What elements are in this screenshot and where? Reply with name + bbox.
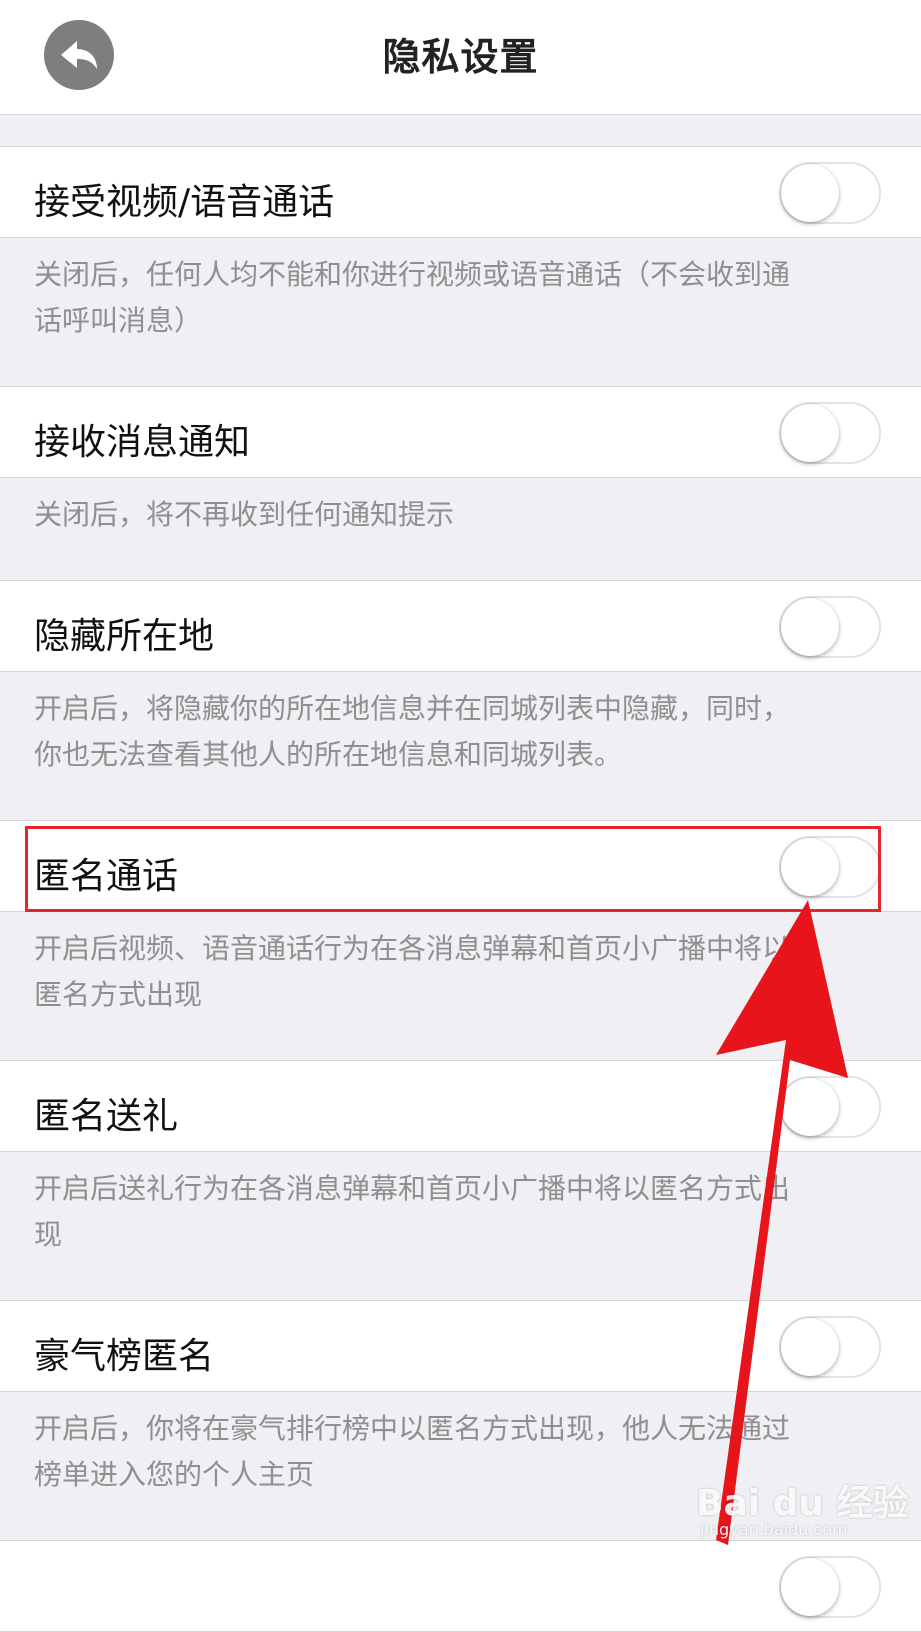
- description-line: 话呼叫消息）: [34, 304, 203, 337]
- toggle-knob: [781, 164, 839, 222]
- toggle-knob: [781, 404, 839, 462]
- setting-row-leaderboard-anonymous: 豪气榜匿名: [0, 1300, 921, 1392]
- page-title: 隐私设置: [382, 35, 539, 79]
- setting-label: 隐藏所在地: [34, 616, 215, 657]
- description-line: 开启后视频、语音通话行为在各消息弹幕和首页小广播中将以: [34, 932, 791, 965]
- description-line: 开启后送礼行为在各消息弹幕和首页小广播中将以匿名方式出: [34, 1172, 791, 1205]
- video-voice-call-toggle[interactable]: [779, 162, 881, 224]
- description-line: 开启后，将隐藏你的所在地信息并在同城列表中隐藏，同时，: [34, 692, 791, 725]
- setting-label: 豪气榜匿名: [34, 1336, 215, 1377]
- setting-row-video-voice-call: 接受视频/语音通话: [0, 146, 921, 238]
- setting-row-hide-location: 隐藏所在地: [0, 580, 921, 672]
- description-line: 关闭后，将不再收到任何通知提示: [34, 498, 455, 531]
- setting-row-anonymous-call: 匿名通话: [0, 820, 921, 912]
- setting-description: 关闭后，将不再收到任何通知提示: [34, 492, 874, 538]
- hide-location-toggle[interactable]: [779, 596, 881, 658]
- toggle-knob: [781, 598, 839, 656]
- anonymous-call-toggle[interactable]: [779, 836, 881, 898]
- watermark-url: jingyan.baidu.com: [700, 1520, 848, 1539]
- setting-row-anonymous-gift: 匿名送礼: [0, 1060, 921, 1152]
- setting-label: 匿名通话: [34, 856, 179, 897]
- description-line: 关闭后，任何人均不能和你进行视频或语音通话（不会收到通: [34, 258, 791, 291]
- setting-label: 接受视频/语音通话: [34, 182, 335, 223]
- description-line: 榜单进入您的个人主页: [34, 1458, 315, 1491]
- anonymous-gift-toggle[interactable]: [779, 1076, 881, 1138]
- message-notification-toggle[interactable]: [779, 402, 881, 464]
- setting-row-next: [0, 1540, 921, 1632]
- next-setting-toggle[interactable]: [779, 1556, 881, 1618]
- setting-label: 接收消息通知: [34, 422, 251, 463]
- setting-description: 开启后，将隐藏你的所在地信息并在同城列表中隐藏，同时， 你也无法查看其他人的所在…: [34, 686, 874, 778]
- setting-description: 关闭后，任何人均不能和你进行视频或语音通话（不会收到通 话呼叫消息）: [34, 252, 874, 344]
- setting-description: 开启后视频、语音通话行为在各消息弹幕和首页小广播中将以 匿名方式出现: [34, 926, 874, 1018]
- toggle-knob: [781, 1318, 839, 1376]
- header-bar: 隐私设置: [0, 0, 921, 115]
- description-line: 开启后，你将在豪气排行榜中以匿名方式出现，他人无法通过: [34, 1412, 791, 1445]
- setting-description: 开启后送礼行为在各消息弹幕和首页小广播中将以匿名方式出 现: [34, 1166, 874, 1258]
- description-line: 现: [34, 1218, 63, 1251]
- description-line: 匿名方式出现: [34, 978, 203, 1011]
- toggle-knob: [781, 1078, 839, 1136]
- leaderboard-anonymous-toggle[interactable]: [779, 1316, 881, 1378]
- toggle-knob: [781, 1558, 839, 1616]
- toggle-knob: [781, 838, 839, 896]
- description-line: 你也无法查看其他人的所在地信息和同城列表。: [34, 738, 623, 771]
- setting-description: 开启后，你将在豪气排行榜中以匿名方式出现，他人无法通过 榜单进入您的个人主页: [34, 1406, 874, 1498]
- setting-label: 匿名送礼: [34, 1096, 179, 1137]
- setting-row-message-notification: 接收消息通知: [0, 386, 921, 478]
